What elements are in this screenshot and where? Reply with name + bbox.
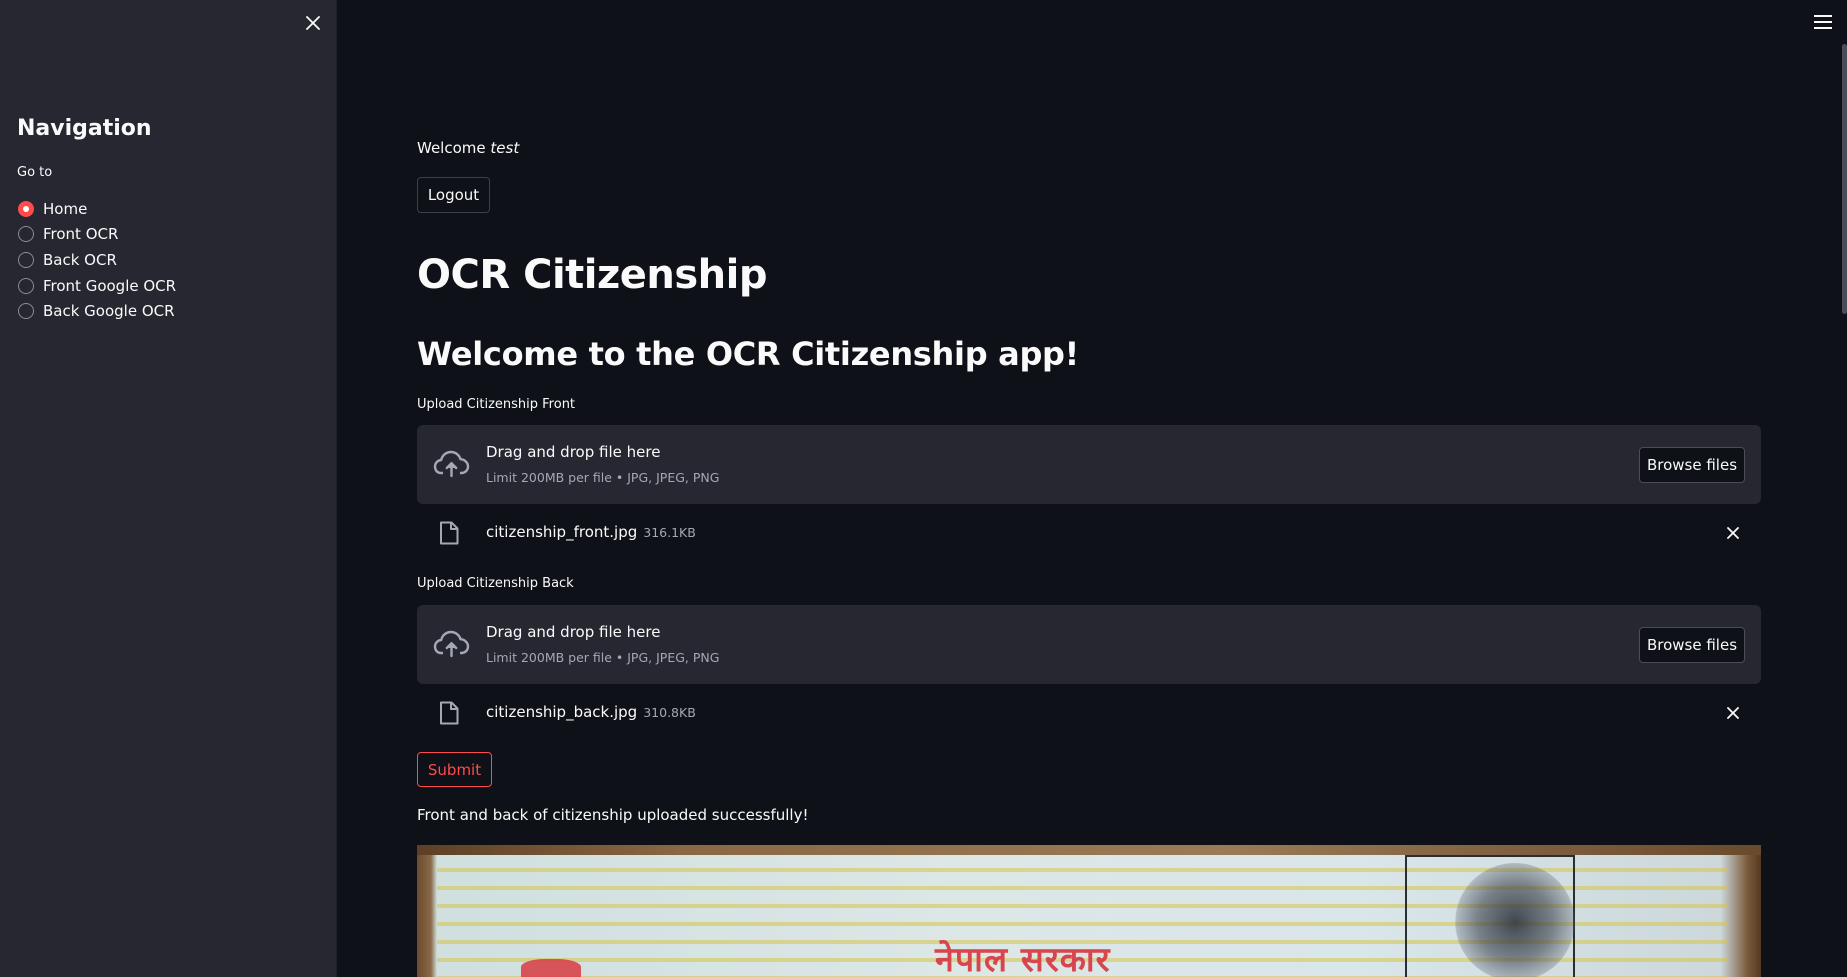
radio-option-home[interactable]: Home bbox=[18, 196, 176, 222]
radio-label: Back Google OCR bbox=[43, 302, 175, 321]
sidebar: Navigation Go to Home Front OCR Back OCR… bbox=[0, 0, 337, 977]
dropzone-file-limit: Limit 200MB per file • JPG, JPEG, PNG bbox=[486, 650, 720, 665]
navigation-radio-group: Home Front OCR Back OCR Front Google OCR… bbox=[18, 196, 176, 324]
file-size: 310.8KB bbox=[643, 705, 696, 720]
success-message: Front and back of citizenship uploaded s… bbox=[417, 806, 809, 824]
hamburger-menu-icon[interactable] bbox=[1813, 12, 1833, 32]
front-upload-dropzone[interactable]: Drag and drop file here Limit 200MB per … bbox=[417, 425, 1761, 504]
file-name: citizenship_back.jpg bbox=[486, 703, 638, 721]
radio-option-front-google-ocr[interactable]: Front Google OCR bbox=[18, 273, 176, 299]
image-emblem-frame bbox=[1405, 855, 1575, 977]
citizenship-front-image: नेपाल सरकार bbox=[417, 845, 1761, 977]
cloud-upload-icon bbox=[433, 630, 470, 658]
welcome-prefix: Welcome bbox=[417, 139, 491, 157]
dropzone-file-limit: Limit 200MB per file • JPG, JPEG, PNG bbox=[486, 470, 720, 485]
radio-label: Back OCR bbox=[43, 250, 117, 269]
radio-button[interactable] bbox=[18, 226, 34, 243]
dropzone-instructions: Drag and drop file here bbox=[486, 443, 661, 461]
radio-group-label: Go to bbox=[17, 165, 53, 180]
sidebar-close-icon[interactable] bbox=[300, 10, 326, 36]
emblem-icon bbox=[1455, 863, 1575, 977]
back-upload-label: Upload Citizenship Back bbox=[417, 576, 574, 591]
uploaded-file-row: citizenship_back.jpg 310.8KB bbox=[417, 693, 1761, 733]
sidebar-title: Navigation bbox=[17, 116, 152, 141]
image-red-seal bbox=[521, 959, 581, 977]
logout-button[interactable]: Logout bbox=[417, 177, 490, 213]
file-name-wrapper: citizenship_front.jpg 316.1KB bbox=[486, 523, 696, 541]
front-upload-label: Upload Citizenship Front bbox=[417, 397, 576, 412]
dropzone-instructions: Drag and drop file here bbox=[486, 623, 661, 641]
browse-files-button[interactable]: Browse files bbox=[1639, 627, 1745, 663]
page-title: OCR Citizenship bbox=[417, 252, 768, 298]
browse-files-button[interactable]: Browse files bbox=[1639, 447, 1745, 483]
cloud-upload-icon bbox=[433, 450, 470, 478]
image-top-edge bbox=[417, 845, 1761, 855]
file-name-wrapper: citizenship_back.jpg 310.8KB bbox=[486, 703, 696, 721]
file-name: citizenship_front.jpg bbox=[486, 523, 638, 541]
radio-option-back-ocr[interactable]: Back OCR bbox=[18, 247, 176, 273]
back-upload-dropzone[interactable]: Drag and drop file here Limit 200MB per … bbox=[417, 605, 1761, 684]
main-content: Welcome test Logout OCR Citizenship Welc… bbox=[417, 0, 1761, 977]
page-subtitle: Welcome to the OCR Citizenship app! bbox=[417, 335, 1079, 373]
radio-label: Home bbox=[43, 199, 88, 218]
image-heading-text: नेपाल सरकार bbox=[935, 940, 1111, 977]
remove-file-close-icon[interactable] bbox=[1723, 703, 1743, 723]
radio-button-selected[interactable] bbox=[18, 200, 34, 217]
welcome-username: test bbox=[490, 139, 520, 157]
uploaded-file-row: citizenship_front.jpg 316.1KB bbox=[417, 513, 1761, 553]
submit-button[interactable]: Submit bbox=[417, 752, 492, 787]
radio-label: Front Google OCR bbox=[43, 276, 177, 295]
welcome-text: Welcome test bbox=[417, 139, 519, 157]
radio-label: Front OCR bbox=[43, 225, 119, 244]
file-icon bbox=[440, 521, 459, 545]
file-size: 316.1KB bbox=[643, 525, 696, 540]
remove-file-close-icon[interactable] bbox=[1723, 523, 1743, 543]
file-icon bbox=[440, 701, 459, 725]
radio-button[interactable] bbox=[18, 251, 34, 268]
radio-option-back-google-ocr[interactable]: Back Google OCR bbox=[18, 298, 176, 324]
radio-button[interactable] bbox=[18, 277, 34, 294]
radio-option-front-ocr[interactable]: Front OCR bbox=[18, 222, 176, 248]
radio-button[interactable] bbox=[18, 303, 34, 320]
scrollbar-thumb[interactable] bbox=[1842, 44, 1847, 314]
